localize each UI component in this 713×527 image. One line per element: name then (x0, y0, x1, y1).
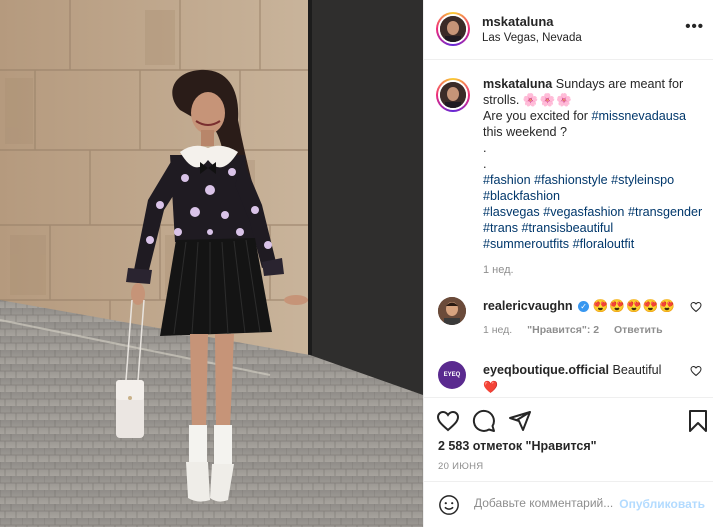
caption-line-2: Are you excited for (483, 109, 592, 123)
hashtag-link[interactable]: #summeroutfits (483, 237, 569, 251)
hashtag-link[interactable]: #trans (483, 221, 518, 235)
verified-icon: ✓ (578, 301, 590, 312)
publish-button[interactable]: Опубликовать (619, 497, 705, 511)
heart-icon[interactable] (690, 301, 702, 313)
author-avatar[interactable] (436, 12, 470, 46)
hashtag-link[interactable]: #missnevadausa (592, 109, 687, 123)
heart-icon[interactable] (436, 409, 460, 433)
add-comment-bar: Опубликовать (424, 481, 713, 527)
likes-count[interactable]: 2 583 отметок "Нравится" (438, 439, 597, 453)
caption-dot: . (483, 157, 487, 171)
hashtag-link[interactable]: #fashionstyle (534, 173, 608, 187)
commenter-avatar[interactable] (438, 297, 466, 325)
hashtag-link[interactable]: #floraloutfit (573, 237, 635, 251)
comments-list: mskataluna Sundays are meant for strolls… (424, 61, 713, 397)
caption-emoji: 🌸🌸🌸 (522, 93, 573, 107)
heart-emoji: ❤️ (483, 380, 498, 394)
hashtag-link[interactable]: #styleinspo (611, 173, 674, 187)
hashtag-link[interactable]: #transgender (628, 205, 702, 219)
comment-username[interactable]: realericvaughn (483, 299, 573, 313)
hashtag-link[interactable]: #lasvegas (483, 205, 540, 219)
heart-icon[interactable] (690, 365, 702, 377)
comment-icon[interactable] (472, 409, 496, 433)
post-header: mskataluna Las Vegas, Nevada ••• (424, 0, 713, 60)
post-caption: mskataluna Sundays are meant for strolls… (436, 76, 706, 276)
comment-body: 😍😍😍😍😍 (592, 299, 677, 313)
author-username[interactable]: mskataluna (482, 14, 554, 29)
emoji-icon[interactable] (438, 494, 460, 516)
caption-time[interactable]: 1 нед. (483, 264, 706, 276)
bookmark-icon[interactable] (686, 409, 710, 433)
caption-dot: . (483, 141, 487, 155)
hashtag-link[interactable]: #fashion (483, 173, 531, 187)
post-photo-image (0, 0, 423, 527)
caption-text: mskataluna Sundays are meant for strolls… (483, 76, 706, 252)
hashtag-link[interactable]: #blackfashion (483, 189, 560, 203)
comment-time[interactable]: 1 нед. (483, 324, 512, 336)
hashtag-link[interactable]: #transisbeautiful (522, 221, 614, 235)
post-date[interactable]: 20 ИЮНЯ (438, 461, 483, 472)
hashtag-link[interactable]: #vegasfashion (543, 205, 624, 219)
post-location[interactable]: Las Vegas, Nevada (482, 32, 582, 44)
commenter-avatar[interactable]: EYEQ BOUTIQUE (438, 361, 466, 389)
comment-item: realericvaughn ✓ 😍😍😍😍😍 1 нед. "Нравится"… (436, 295, 706, 345)
caption-author-avatar[interactable] (436, 78, 470, 112)
comment-text: eyeqboutique.official Beautiful ❤️ (483, 359, 678, 396)
caption-username[interactable]: mskataluna (483, 77, 552, 91)
post-panel: mskataluna Las Vegas, Nevada ••• mskatal… (423, 0, 713, 527)
comment-input[interactable] (474, 496, 624, 510)
more-icon[interactable]: ••• (685, 18, 704, 35)
caption-line-3: this weekend ? (483, 125, 568, 139)
post-photo[interactable] (0, 0, 423, 527)
reply-button[interactable]: Ответить (614, 324, 663, 336)
comment-body: Beautiful (612, 363, 662, 377)
comment-text: realericvaughn ✓ 😍😍😍😍😍 (483, 295, 678, 315)
comment-likes[interactable]: "Нравится": 2 (527, 324, 599, 336)
share-icon[interactable] (508, 409, 532, 433)
comment-item: EYEQ BOUTIQUE eyeqboutique.official Beau… (436, 359, 706, 397)
comment-meta: 1 нед. "Нравится": 2 Ответить (483, 324, 706, 336)
post-actions: 2 583 отметок "Нравится" 20 ИЮНЯ Опублик… (424, 397, 713, 527)
comment-username[interactable]: eyeqboutique.official (483, 363, 609, 377)
